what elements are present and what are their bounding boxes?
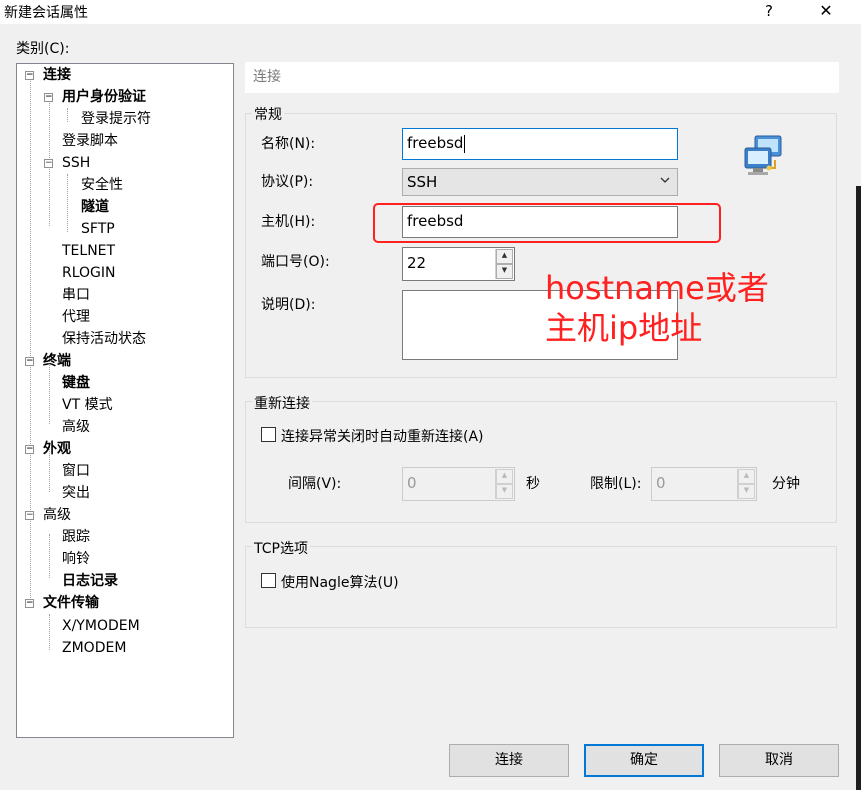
port-label: 端口号(O):	[261, 254, 330, 270]
spin-down-icon[interactable]: ▼	[738, 484, 755, 499]
tree-item-security[interactable]: 安全性	[81, 175, 123, 195]
spin-up-icon[interactable]: ▲	[496, 249, 513, 264]
limit-unit: 分钟	[772, 476, 800, 492]
description-label: 说明(D):	[261, 297, 316, 313]
category-tree[interactable]: − 连接 − 用户身份验证 登录提示符 登录脚本 − SSH 安全性 隧道 SF…	[16, 63, 234, 738]
nagle-checkbox[interactable]	[261, 573, 276, 588]
title-bar: 新建会话属性 ? ✕	[0, 0, 861, 24]
close-button[interactable]: ✕	[812, 0, 840, 22]
annotation-line-1: hostname或者	[545, 269, 769, 307]
tree-item-logging[interactable]: 日志记录	[62, 571, 118, 591]
tree-item-serial[interactable]: 串口	[62, 285, 90, 305]
collapse-icon[interactable]: −	[25, 599, 34, 608]
ok-button[interactable]: 确定	[584, 744, 704, 777]
annotation-line-2: 主机ip地址	[545, 309, 703, 347]
tree-item-telnet[interactable]: TELNET	[62, 241, 115, 261]
interval-label: 间隔(V):	[288, 476, 342, 492]
spin-up-icon[interactable]: ▲	[496, 469, 513, 484]
tree-item-trace[interactable]: 跟踪	[62, 527, 90, 547]
general-group-title: 常规	[252, 104, 284, 124]
reconnect-group-title: 重新连接	[252, 393, 312, 413]
tree-item-xymodem[interactable]: X/YMODEM	[62, 616, 140, 636]
collapse-icon[interactable]: −	[25, 445, 34, 454]
spin-down-icon[interactable]: ▼	[496, 264, 513, 279]
tcp-group-title: TCP选项	[252, 538, 310, 558]
cancel-button[interactable]: 取消	[719, 744, 839, 777]
collapse-icon[interactable]: −	[25, 357, 34, 366]
tree-item-rlogin[interactable]: RLOGIN	[62, 263, 116, 283]
spin-up-icon[interactable]: ▲	[738, 469, 755, 484]
window-title: 新建会话属性	[4, 5, 88, 21]
tree-item-highlight[interactable]: 突出	[62, 483, 90, 503]
name-label: 名称(N):	[261, 136, 316, 152]
reconnect-group	[245, 401, 837, 523]
tree-item-window[interactable]: 窗口	[62, 461, 90, 481]
nagle-label[interactable]: 使用Nagle算法(U)	[281, 572, 399, 592]
tree-item-keyboard[interactable]: 键盘	[62, 373, 90, 393]
spin-down-icon[interactable]: ▼	[496, 484, 513, 499]
category-label: 类别(C):	[16, 41, 70, 57]
name-input[interactable]: freebsd	[402, 128, 678, 160]
tree-item-terminal-advanced[interactable]: 高级	[62, 417, 90, 437]
collapse-icon[interactable]: −	[44, 93, 53, 102]
interval-spinner[interactable]: ▲ ▼	[495, 469, 513, 499]
tree-item-proxy[interactable]: 代理	[62, 307, 90, 327]
protocol-label: 协议(P):	[261, 174, 314, 190]
annotation-highlight	[373, 203, 721, 243]
tree-item-bell[interactable]: 响铃	[62, 549, 90, 569]
background-window-edge	[856, 186, 861, 790]
tree-item-login-prompt[interactable]: 登录提示符	[81, 109, 151, 129]
tree-item-zmodem[interactable]: ZMODEM	[62, 638, 126, 658]
collapse-icon[interactable]: −	[44, 159, 53, 168]
auto-reconnect-label[interactable]: 连接异常关闭时自动重新连接(A)	[281, 426, 484, 446]
network-computers-icon	[744, 135, 782, 175]
annotation-text: hostname或者 主机ip地址	[545, 268, 769, 348]
tree-item-sftp[interactable]: SFTP	[81, 219, 115, 239]
limit-label: 限制(L):	[590, 476, 642, 492]
tree-item-login-script[interactable]: 登录脚本	[62, 131, 118, 151]
port-spinner[interactable]: ▲ ▼	[495, 249, 513, 279]
chevron-down-icon	[660, 177, 670, 183]
collapse-icon[interactable]: −	[25, 511, 34, 520]
host-label: 主机(H):	[261, 214, 316, 230]
help-button[interactable]: ?	[758, 0, 780, 22]
auto-reconnect-checkbox[interactable]	[261, 427, 276, 442]
protocol-select[interactable]: SSH	[402, 168, 678, 196]
collapse-icon[interactable]: −	[25, 71, 34, 80]
limit-spinner[interactable]: ▲ ▼	[737, 469, 755, 499]
connect-button[interactable]: 连接	[449, 744, 569, 777]
tree-item-vt-mode[interactable]: VT 模式	[62, 395, 113, 415]
tree-item-keepalive[interactable]: 保持活动状态	[62, 329, 146, 349]
interval-unit: 秒	[526, 476, 540, 492]
panel-header: 连接	[245, 62, 839, 93]
tree-item-tunnel[interactable]: 隧道	[81, 197, 109, 217]
